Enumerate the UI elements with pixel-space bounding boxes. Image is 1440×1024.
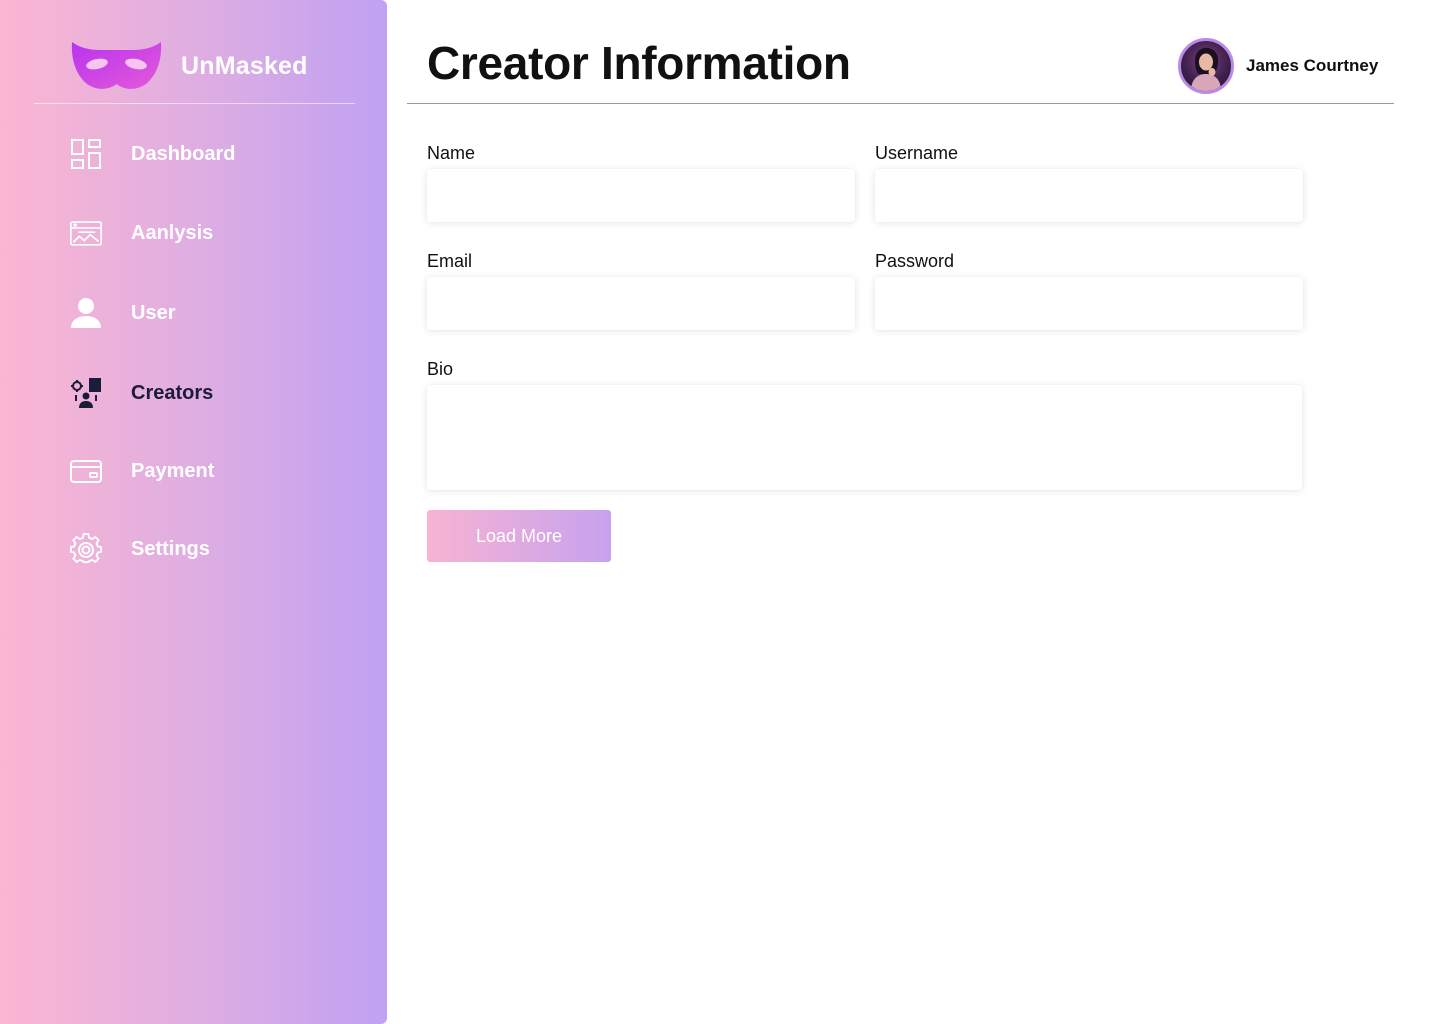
gear-icon bbox=[70, 533, 102, 565]
user-profile[interactable]: James Courtney bbox=[1178, 38, 1378, 94]
sidebar-item-label: Payment bbox=[131, 459, 215, 482]
creators-icon bbox=[70, 377, 102, 409]
user-name: James Courtney bbox=[1246, 56, 1379, 75]
sidebar-divider bbox=[34, 103, 355, 104]
brand-name: UnMasked bbox=[181, 51, 308, 80]
sidebar: UnMasked Dashboard Aanlysis User Creator… bbox=[0, 0, 387, 1024]
username-label: Username bbox=[875, 143, 959, 163]
sidebar-item-user[interactable]: User bbox=[70, 293, 350, 333]
sidebar-item-label: Aanlysis bbox=[131, 221, 214, 244]
page-title: Creator Information bbox=[427, 37, 851, 89]
load-more-button[interactable]: Load More bbox=[427, 510, 611, 562]
analysis-chart-icon bbox=[70, 217, 102, 249]
user-icon bbox=[70, 297, 102, 329]
header-divider bbox=[407, 103, 1394, 104]
password-label: Password bbox=[875, 251, 955, 271]
password-input[interactable] bbox=[875, 277, 1303, 330]
username-input[interactable] bbox=[875, 169, 1303, 222]
avatar-portrait-icon bbox=[1191, 47, 1221, 91]
email-input[interactable] bbox=[427, 277, 855, 330]
bio-label: Bio bbox=[427, 359, 454, 379]
brand[interactable]: UnMasked bbox=[70, 40, 308, 92]
credit-card-icon bbox=[70, 455, 102, 487]
name-label: Name bbox=[427, 143, 476, 163]
sidebar-item-analysis[interactable]: Aanlysis bbox=[70, 213, 350, 253]
avatar bbox=[1178, 38, 1234, 94]
sidebar-item-label: Creators bbox=[131, 381, 214, 404]
sidebar-item-creators[interactable]: Creators bbox=[70, 373, 350, 413]
sidebar-item-label: Dashboard bbox=[131, 142, 236, 165]
sidebar-item-settings[interactable]: Settings bbox=[70, 529, 350, 569]
dashboard-grid-icon bbox=[70, 138, 102, 170]
app-root: UnMasked Dashboard Aanlysis User Creator… bbox=[0, 0, 1440, 1024]
email-label: Email bbox=[427, 251, 473, 271]
sidebar-item-dashboard[interactable]: Dashboard bbox=[70, 134, 350, 174]
name-input[interactable] bbox=[427, 169, 855, 222]
sidebar-item-label: Settings bbox=[131, 537, 210, 560]
bio-textarea[interactable] bbox=[427, 385, 1302, 490]
sidebar-item-label: User bbox=[131, 301, 176, 324]
sidebar-item-payment[interactable]: Payment bbox=[70, 451, 350, 491]
mask-icon bbox=[71, 42, 162, 89]
